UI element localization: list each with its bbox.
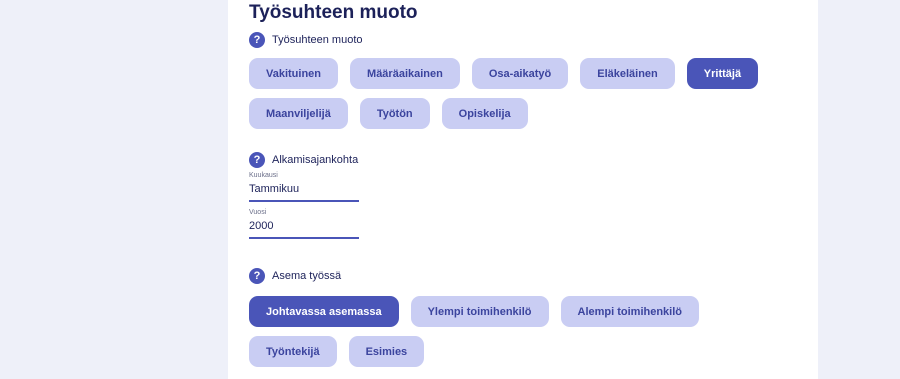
- option-opiskelija[interactable]: Opiskelija: [441, 98, 528, 129]
- year-field-label: Vuosi: [249, 209, 267, 216]
- help-icon[interactable]: ?: [249, 32, 265, 48]
- help-icon[interactable]: ?: [249, 152, 265, 168]
- year-field-value[interactable]: 2000: [249, 217, 359, 239]
- option-tyoton[interactable]: Työtön: [359, 98, 430, 129]
- option-johtavassa-asemassa[interactable]: Johtavassa asemassa: [249, 296, 399, 327]
- option-elakelainen[interactable]: Eläkeläinen: [580, 58, 675, 89]
- position-question: ? Asema työssä: [249, 268, 341, 284]
- option-esimies[interactable]: Esimies: [348, 336, 425, 367]
- option-tyontekija[interactable]: Työntekijä: [249, 336, 337, 367]
- employment-options-row-2: Maanviljelijä Työtön Opiskelija: [249, 98, 540, 129]
- month-field-value[interactable]: Tammikuu: [249, 180, 359, 202]
- option-osa-aikatyo[interactable]: Osa-aikatyö: [471, 58, 569, 89]
- start-question: ? Alkamisajankohta: [249, 152, 358, 168]
- option-vakituinen[interactable]: Vakituinen: [249, 58, 339, 89]
- help-icon[interactable]: ?: [249, 268, 265, 284]
- position-options-row-2: Työntekijä Esimies: [249, 336, 436, 367]
- start-question-label: Alkamisajankohta: [272, 154, 359, 166]
- form-card: Työsuhteen muoto ? Työsuhteen muoto Vaki…: [228, 0, 818, 379]
- employment-options-row-1: Vakituinen Määräaikainen Osa-aikatyö Elä…: [249, 58, 770, 89]
- option-maanviljelija[interactable]: Maanviljelijä: [249, 98, 348, 129]
- section-title: Työsuhteen muoto: [249, 2, 418, 23]
- position-options-row-1: Johtavassa asemassa Ylempi toimihenkilö …: [249, 296, 711, 327]
- position-question-label: Asema työssä: [272, 270, 342, 282]
- employment-question: ? Työsuhteen muoto: [249, 32, 363, 48]
- year-field[interactable]: Vuosi 2000: [249, 208, 359, 239]
- employment-question-label: Työsuhteen muoto: [272, 34, 363, 46]
- option-alempi-toimihenkilo[interactable]: Alempi toimihenkilö: [560, 296, 700, 327]
- month-field[interactable]: Kuukausi Tammikuu: [249, 171, 359, 202]
- month-field-label: Kuukausi: [249, 172, 278, 179]
- option-maaraaikainen[interactable]: Määräaikainen: [350, 58, 460, 89]
- option-ylempi-toimihenkilo[interactable]: Ylempi toimihenkilö: [410, 296, 549, 327]
- option-yrittaja[interactable]: Yrittäjä: [686, 58, 759, 89]
